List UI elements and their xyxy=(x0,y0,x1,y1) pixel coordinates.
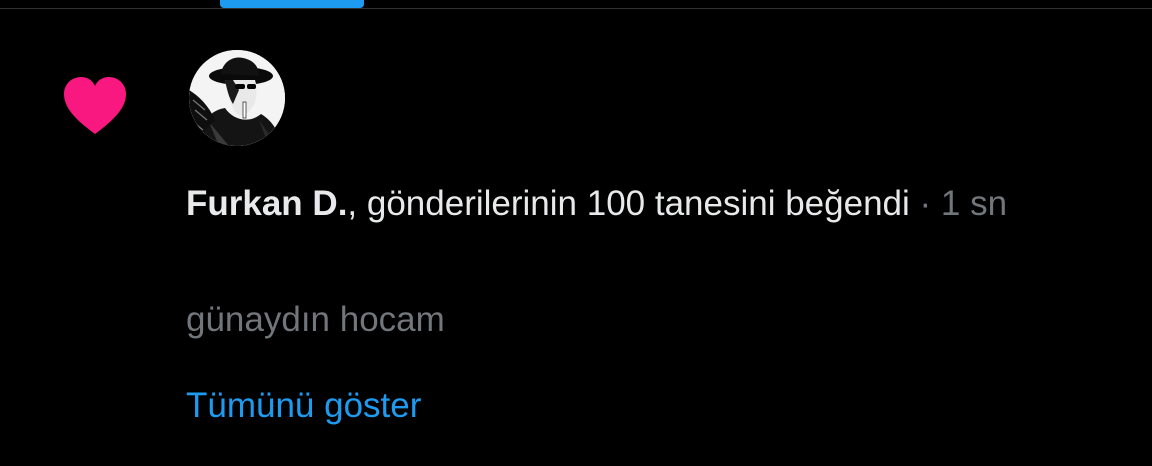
show-all-link[interactable]: Tümünü göster xyxy=(186,383,421,429)
active-tab-indicator xyxy=(220,0,364,8)
post-preview-text: günaydın hocam xyxy=(186,300,445,339)
heart-icon xyxy=(64,77,126,134)
action-text: , gönderilerinin 100 tanesini beğendi xyxy=(347,184,910,223)
notification-message: Furkan D., gönderilerinin 100 tanesini b… xyxy=(186,181,1136,227)
separator-dot: · xyxy=(909,184,941,223)
avatar-image xyxy=(189,50,285,146)
timestamp: 1 sn xyxy=(940,184,1008,223)
actor-name[interactable]: Furkan D. xyxy=(186,184,347,223)
like-notification[interactable]: Furkan D., gönderilerinin 100 tanesini b… xyxy=(0,9,1152,466)
user-avatar[interactable] xyxy=(189,50,285,146)
